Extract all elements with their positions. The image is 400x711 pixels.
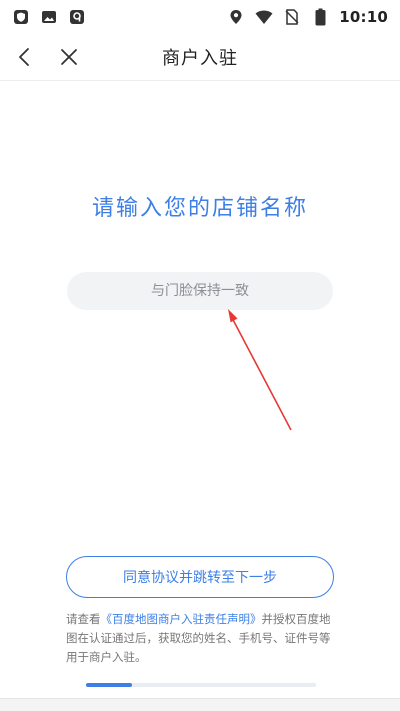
notice-prefix: 请查看 xyxy=(66,612,101,626)
status-right-icons: 10:10 xyxy=(227,8,388,26)
annotation-arrow xyxy=(228,309,292,431)
agreement-link[interactable]: 《百度地图商户入驻责任声明》 xyxy=(101,612,262,626)
app-icon xyxy=(68,8,86,26)
status-left-icons xyxy=(12,8,86,26)
nav-bar: 商户入驻 xyxy=(0,34,400,81)
progress-track xyxy=(86,683,316,687)
status-bar: 10:10 xyxy=(0,0,400,34)
agree-next-button[interactable]: 同意协议并跳转至下一步 xyxy=(66,556,334,598)
agreement-notice: 请查看《百度地图商户入驻责任声明》并授权百度地图在认证通过后，获取您的姓名、手机… xyxy=(66,610,338,667)
wifi-icon xyxy=(255,8,273,26)
screen: 10:10 商户入驻 请输入您的店铺名称 同意协议并跳转至下一步 请查看《百度地… xyxy=(0,0,400,711)
location-icon xyxy=(227,8,245,26)
shield-icon xyxy=(12,8,30,26)
no-sim-icon xyxy=(283,8,301,26)
close-icon xyxy=(61,49,77,65)
image-icon xyxy=(40,8,58,26)
bottom-edge xyxy=(0,698,400,711)
close-button[interactable] xyxy=(55,43,83,71)
battery-icon xyxy=(311,8,329,26)
back-button[interactable] xyxy=(10,43,38,71)
progress-fill xyxy=(86,683,132,687)
chevron-left-icon xyxy=(19,48,29,66)
status-time: 10:10 xyxy=(339,8,388,26)
store-name-heading: 请输入您的店铺名称 xyxy=(91,196,308,221)
store-name-input[interactable] xyxy=(67,272,333,310)
